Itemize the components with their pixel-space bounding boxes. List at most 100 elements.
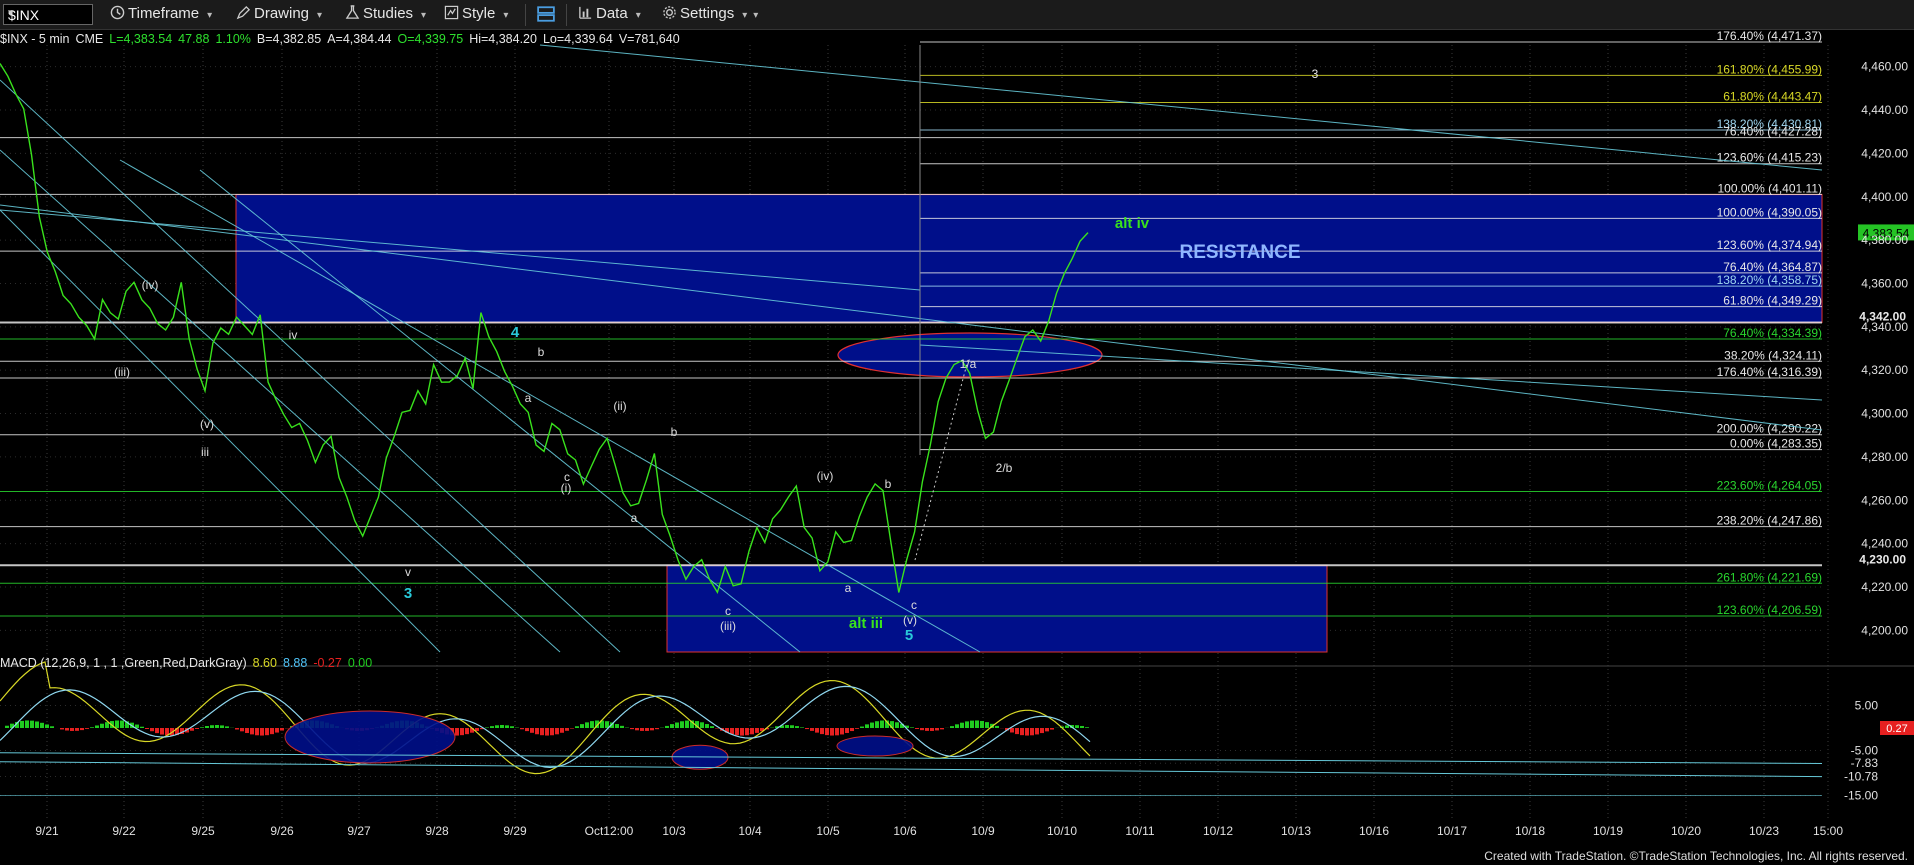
resistance-label: RESISTANCE: [1179, 242, 1300, 263]
macd-histogram-bar: [1075, 725, 1079, 728]
macd-histogram-bar: [155, 728, 159, 734]
macd-histogram-bar: [140, 726, 144, 728]
macd-histogram-bar: [60, 728, 64, 730]
wave-label: c: [564, 470, 570, 484]
macd-histogram-bar: [160, 728, 164, 735]
macd-histogram-bar: [565, 728, 569, 731]
macd-histogram-bar: [50, 726, 54, 728]
macd-histogram-bar: [65, 728, 69, 731]
macd-histogram-bar: [1035, 728, 1039, 735]
macd-histogram-bar: [265, 728, 269, 736]
fib-level-label: 76.40% (4,427.28): [1723, 125, 1822, 139]
macd-histogram-bar: [940, 728, 944, 730]
wave-label: (iii): [114, 365, 130, 379]
macd-tick-label: 5.00: [1855, 699, 1879, 713]
macd-histogram-bar: [570, 728, 574, 729]
macd-histogram-bar: [510, 726, 514, 728]
fib-level-label: 138.20% (4,358.75): [1717, 273, 1822, 287]
wave-label: (iv): [817, 469, 834, 483]
macd-histogram-bar: [100, 723, 104, 728]
macd-histogram-bar: [705, 724, 709, 728]
macd-histogram-bar: [755, 728, 759, 733]
macd-histogram-bar: [1080, 725, 1084, 728]
fib-level-label: 0.00% (4,283.35): [1730, 437, 1822, 451]
macd-histogram-bar: [950, 726, 954, 728]
macd-histogram-bar: [615, 724, 619, 728]
macd-histogram-bar: [895, 722, 899, 728]
macd-histogram-bar: [630, 728, 634, 730]
x-tick-label: 10/10: [1047, 824, 1077, 838]
y-tick-label: 4,300.00: [1861, 407, 1908, 421]
macd-histogram-bar: [800, 727, 804, 728]
macd-histogram-bar: [280, 728, 284, 731]
wave-label: c: [911, 598, 917, 612]
macd-histogram-bar: [825, 728, 829, 736]
macd-histogram-bar: [490, 726, 494, 728]
macd-histogram-bar: [235, 728, 239, 730]
x-tick-label: 10/19: [1593, 824, 1623, 838]
macd-histogram-bar: [120, 720, 124, 728]
macd-histogram-bar: [985, 722, 989, 728]
macd-line: [0, 661, 1091, 775]
x-tick-label: 10/12: [1203, 824, 1233, 838]
macd-value: 8.60: [252, 656, 277, 670]
macd-histogram-bar: [245, 728, 249, 734]
x-tick-label: 10/5: [816, 824, 840, 838]
price-chart[interactable]: 176.40% (4,471.37) 161.80% (4,455.99) 61.8…: [0, 0, 1914, 865]
macd-histogram-bar: [75, 728, 79, 731]
macd-histogram-bar: [1050, 728, 1054, 730]
macd-histogram-bar: [5, 725, 9, 728]
y-tick-label: 4,360.00: [1861, 276, 1908, 290]
macd-trendline: [0, 761, 1823, 778]
macd-histogram-bar: [495, 725, 499, 728]
macd-histogram-bar: [455, 728, 459, 736]
fib-level-label: 61.80% (4,443.47): [1723, 90, 1822, 104]
macd-histogram-bar: [200, 727, 204, 728]
wave-label: b: [671, 425, 678, 439]
fib-level-label: 76.40% (4,364.87): [1723, 260, 1822, 274]
macd-histogram-bar: [35, 721, 39, 728]
macd-histogram-bar: [920, 728, 924, 731]
macd-histogram-bar: [740, 728, 744, 736]
macd-histogram-bar: [805, 728, 809, 730]
macd-histogram-bar: [960, 722, 964, 728]
x-tick-label: 9/29: [503, 824, 527, 838]
macd-histogram-bar: [790, 725, 794, 728]
x-tick-label: 9/21: [35, 824, 59, 838]
macd-info-bar: MACD (12,26,9, 1 , 1 ,Green,Red,DarkGray…: [0, 656, 378, 670]
macd-histogram-bar: [875, 721, 879, 728]
macd-signal-line: [0, 685, 1091, 769]
macd-histogram-bar: [190, 728, 194, 731]
y-tick-label: 4,200.00: [1861, 623, 1908, 637]
wave-label: 3: [404, 585, 412, 602]
x-tick-label: 9/28: [425, 824, 449, 838]
x-tick-label: 9/26: [270, 824, 294, 838]
fib-level-label: 261.80% (4,221.69): [1717, 570, 1822, 584]
macd-histogram-bar: [590, 721, 594, 728]
macd-histogram-bar: [505, 725, 509, 728]
y-tick-label: 4,220.00: [1861, 580, 1908, 594]
macd-signal: 8.88: [282, 656, 308, 670]
macd-histogram-bar: [215, 725, 219, 728]
macd-histogram-bar: [1020, 728, 1024, 736]
macd-histogram-bar: [795, 726, 799, 728]
fib-level-label: 100.00% (4,390.05): [1717, 205, 1822, 219]
macd-histogram-bar: [1045, 728, 1049, 732]
macd-histogram-bar: [465, 728, 469, 735]
macd-histogram-bar: [655, 728, 659, 730]
macd-tick-label: -15.00: [1844, 789, 1878, 803]
macd-histogram-bar: [640, 728, 644, 731]
macd-tick-label: -10.78: [1844, 770, 1878, 784]
x-tick-label: Oct12:00: [585, 824, 634, 838]
wave-3-label: 3: [1312, 67, 1319, 81]
macd-histogram-bar: [1015, 728, 1019, 735]
macd-histogram-bar: [555, 728, 559, 735]
wave-label: (v): [200, 417, 214, 431]
footer-copyright: Created with TradeStation. ©TradeStation…: [1484, 849, 1908, 863]
macd-histogram-bar: [500, 725, 504, 728]
y-tick-label: 4,400.00: [1861, 190, 1908, 204]
x-tick-label: 10/13: [1281, 824, 1311, 838]
macd-histogram-bar: [270, 728, 274, 735]
y-tick-label: 4,420.00: [1861, 146, 1908, 160]
wave-label: (iii): [720, 619, 736, 633]
